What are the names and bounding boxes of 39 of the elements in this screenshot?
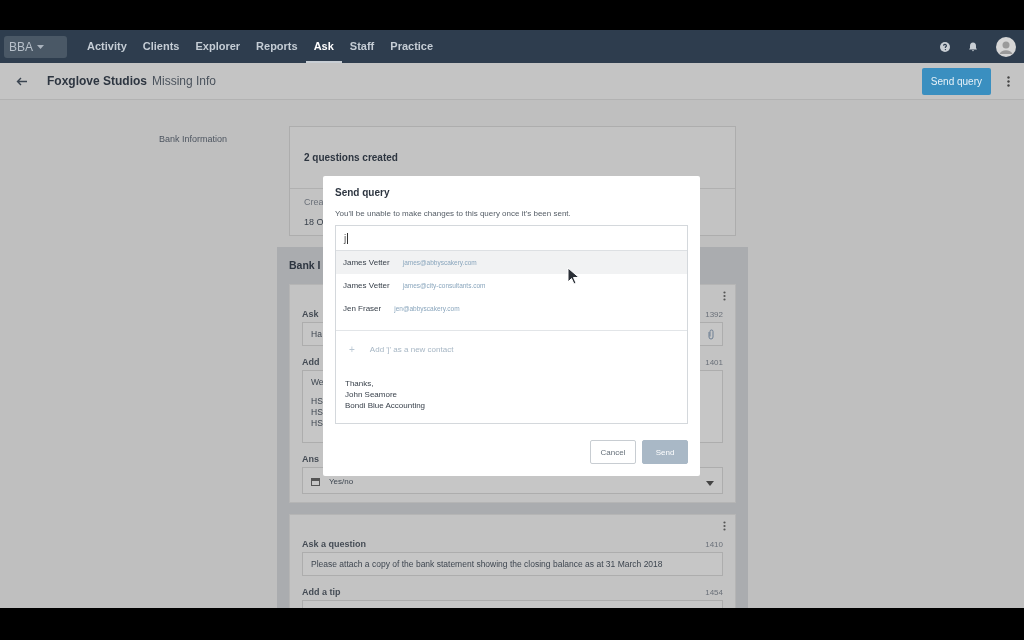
page-title: Missing Info — [152, 74, 217, 88]
field-value: j — [344, 232, 347, 244]
created-date: 18 O — [304, 217, 325, 227]
text-line: We — [311, 377, 324, 387]
input-field[interactable]: Please attach a copy of the bank statement showing the closing balance as at 31 March 2018 — [302, 552, 723, 576]
signature-line: John Seamore — [345, 390, 399, 399]
text-line: HS — [311, 418, 323, 428]
field-id: 1454 — [705, 588, 723, 597]
cancel-button[interactable]: Cancel — [590, 440, 636, 464]
client-name: Foxglove Studios — [47, 74, 147, 88]
text-line: HS — [311, 396, 323, 406]
nav-tab[interactable]: Explorer — [187, 30, 249, 63]
section-label: Bank Information — [159, 133, 229, 146]
dialog-title: Send query — [335, 187, 391, 198]
nav-tab[interactable]: Activity — [79, 30, 135, 63]
field-label: Ask — [302, 309, 319, 319]
field-value: Ha — [311, 329, 322, 339]
summary-title: 2 questions created — [304, 152, 398, 163]
panel-title: Bank I — [289, 259, 321, 273]
signature-line: Bondi Blue Accounting — [345, 401, 427, 410]
nav-tab[interactable]: Clients — [134, 30, 188, 63]
field-id: 1410 — [705, 540, 723, 549]
nav-tab[interactable]: Reports — [248, 30, 306, 63]
field-value: Please attach a copy of the bank statement showing the closing balance as at 31 March 2018 — [311, 559, 663, 569]
nav-tab[interactable]: Practice — [382, 30, 442, 63]
plus-icon: + — [349, 343, 355, 355]
field-label: Ask a question — [302, 539, 366, 549]
dialog-note: You'll be unable to make changes to this query once it's been sent. — [335, 209, 572, 218]
field-id: 1392 — [705, 310, 723, 319]
select-value: Yes/no — [329, 477, 354, 486]
field-id: 1401 — [705, 358, 723, 367]
field-label: Add — [302, 357, 320, 367]
nav-tab[interactable]: Staff — [341, 30, 383, 63]
organisation-menu[interactable]: BBA — [4, 35, 67, 58]
field-label: Ans — [302, 454, 319, 464]
signature-line: Thanks, — [345, 379, 375, 388]
created-label: Crea — [304, 197, 325, 207]
text-line: HS — [311, 407, 323, 417]
field-label: Add a tip — [302, 587, 341, 597]
